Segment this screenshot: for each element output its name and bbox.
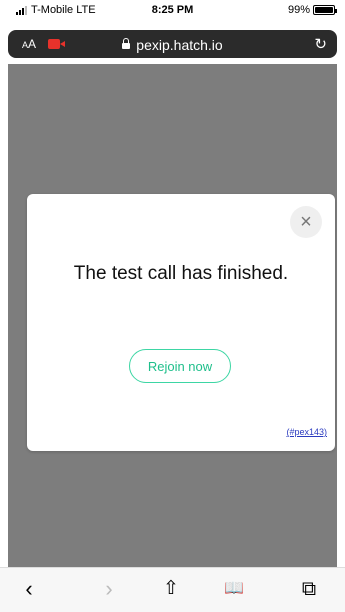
lock-icon <box>122 38 131 49</box>
back-icon[interactable]: ‹ <box>14 576 44 602</box>
browser-toolbar: ‹ › ⇧ 📖 ⧉ <box>0 567 345 612</box>
battery-status: 99% <box>287 4 337 16</box>
phone-screen: T-Mobile LTE 8:25 PM 99% AA pexip.hatch.… <box>0 0 345 612</box>
forward-icon[interactable]: › <box>94 576 124 602</box>
battery-percent: 99% <box>287 4 310 16</box>
error-code-link[interactable]: (#pex143) <box>286 427 327 437</box>
battery-fill <box>315 7 333 13</box>
battery-icon <box>313 5 337 15</box>
reload-icon[interactable]: ↻ <box>314 35 327 53</box>
browser-address-area: AA pexip.hatch.io ↻ <box>0 22 345 64</box>
url-display[interactable]: pexip.hatch.io <box>8 37 337 53</box>
share-icon[interactable]: ⇧ <box>156 576 186 602</box>
url-text: pexip.hatch.io <box>136 37 223 53</box>
status-bar: T-Mobile LTE 8:25 PM 99% <box>0 0 345 22</box>
tabs-icon[interactable]: ⧉ <box>294 576 324 602</box>
address-bar[interactable]: AA pexip.hatch.io ↻ <box>8 30 337 58</box>
dialog-message: The test call has finished. <box>73 263 289 284</box>
call-ended-dialog: × The test call has finished. Rejoin now… <box>27 194 335 451</box>
close-icon[interactable]: × <box>290 206 322 238</box>
bookmarks-icon[interactable]: 📖 <box>219 576 249 602</box>
rejoin-button[interactable]: Rejoin now <box>129 349 231 383</box>
page-overlay: × The test call has finished. Rejoin now… <box>8 64 337 567</box>
